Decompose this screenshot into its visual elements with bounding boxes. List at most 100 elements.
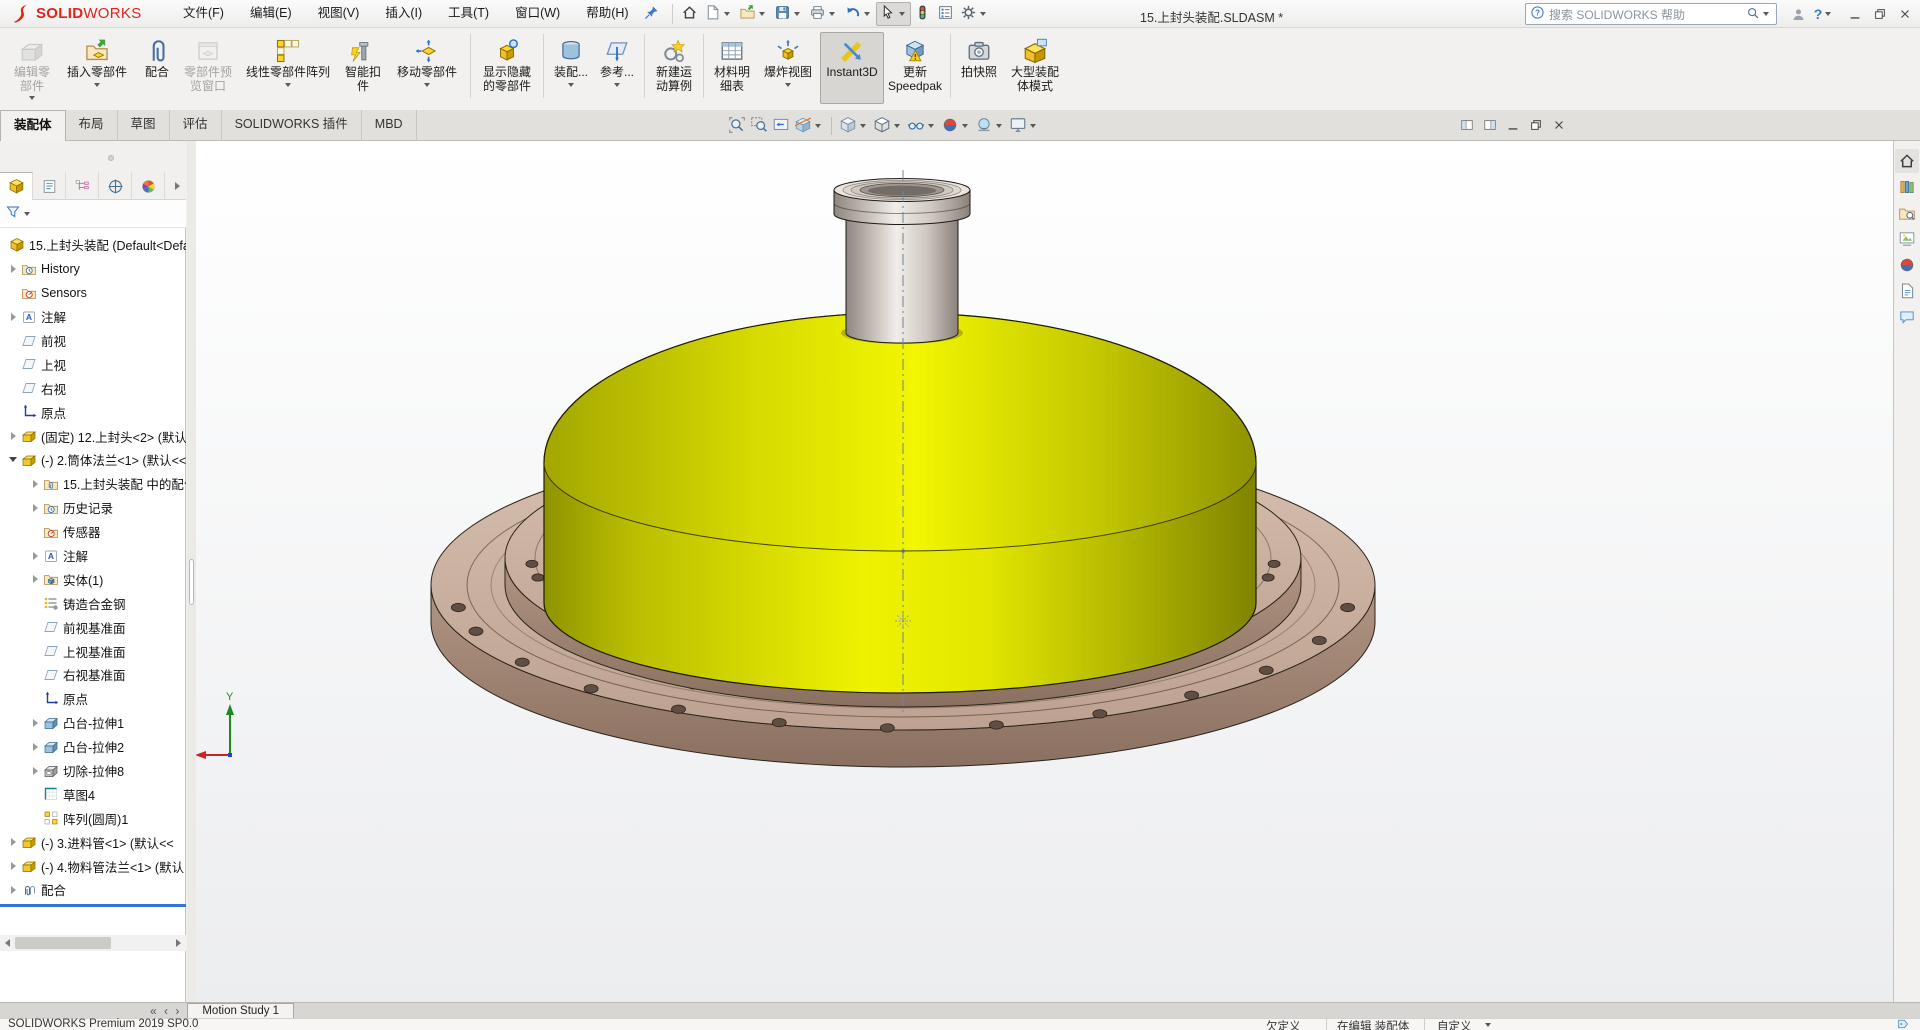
- doc-pane-right-button[interactable]: [1478, 114, 1501, 136]
- headsup-zoom-fit-button[interactable]: [726, 114, 748, 138]
- ribbon-dropdown-caret[interactable]: [94, 82, 100, 87]
- tree-expander[interactable]: [28, 575, 42, 584]
- doc-pane-left-button[interactable]: [1455, 114, 1478, 136]
- tree-expander[interactable]: [6, 862, 20, 871]
- close-button[interactable]: [1893, 4, 1917, 24]
- taskpane-home-button[interactable]: [1895, 149, 1919, 173]
- taskpane-view-palette-button[interactable]: [1895, 227, 1919, 251]
- ribbon-button-insert-comp[interactable]: 插入零部件: [58, 32, 136, 104]
- save-button[interactable]: [771, 2, 806, 26]
- login-user-icon[interactable]: [1786, 4, 1810, 24]
- options-list-button[interactable]: [934, 2, 957, 26]
- doc-close-button[interactable]: [1547, 114, 1570, 136]
- undo-dropdown-caret[interactable]: [863, 11, 870, 16]
- tree-item[interactable]: A 注解: [0, 305, 186, 329]
- status-custom-dropdown[interactable]: 自定义: [1437, 1018, 1472, 1030]
- command-tab-3[interactable]: 评估: [170, 110, 222, 141]
- command-tab-5[interactable]: MBD: [362, 110, 417, 141]
- model-neck-flange[interactable]: [833, 178, 971, 345]
- ribbon-button-smart-fastener[interactable]: 智能扣件: [338, 32, 388, 104]
- command-tab-0[interactable]: 装配体: [0, 110, 66, 141]
- scroll-right-arrow[interactable]: [171, 935, 186, 951]
- tree-expander[interactable]: [6, 457, 20, 463]
- tree-expander[interactable]: [28, 766, 42, 775]
- ribbon-button-assembly-feat[interactable]: 装配...: [548, 32, 594, 104]
- menu-item-1[interactable]: 编辑(E): [237, 0, 305, 27]
- headsup-zoom-area-button[interactable]: [748, 114, 770, 138]
- command-tab-2[interactable]: 草图: [118, 110, 170, 141]
- menu-item-6[interactable]: 帮助(H): [573, 0, 641, 27]
- feature-manager-tab-display[interactable]: [132, 172, 165, 200]
- status-custom-caret[interactable]: [1485, 1023, 1491, 1027]
- print-dropdown-caret[interactable]: [828, 11, 835, 16]
- tree-item[interactable]: 上视基准面: [0, 639, 186, 663]
- tree-item[interactable]: 原点: [0, 400, 186, 424]
- headsup-display-style-button[interactable]: [871, 114, 905, 138]
- ribbon-button-show-hide[interactable]: 显示隐藏 的零部件: [475, 32, 539, 104]
- ribbon-button-motion-study[interactable]: 新建运 动算例: [649, 32, 699, 104]
- motion-study-tab[interactable]: Motion Study 1: [187, 1002, 295, 1019]
- ribbon-button-speedpak[interactable]: 更新 Speedpak: [884, 32, 946, 104]
- tree-item[interactable]: (固定) 12.上封头<2> (默认: [0, 424, 186, 448]
- menu-item-3[interactable]: 插入(I): [372, 0, 435, 27]
- print-button[interactable]: [806, 2, 841, 26]
- tree-expander[interactable]: [28, 551, 42, 560]
- select-dropdown-caret[interactable]: [898, 11, 905, 16]
- status-tag-icon[interactable]: [1896, 1018, 1910, 1030]
- scroll-left-arrow[interactable]: [0, 935, 15, 951]
- menu-item-2[interactable]: 视图(V): [305, 0, 373, 27]
- gear-button[interactable]: [957, 2, 992, 26]
- tree-item[interactable]: 前视基准面: [0, 615, 186, 639]
- tree-item[interactable]: 原点: [0, 687, 186, 711]
- tree-item[interactable]: 前视: [0, 329, 186, 353]
- tree-item[interactable]: 凸台-拉伸1: [0, 711, 186, 735]
- filter-funnel-icon[interactable]: [5, 204, 21, 223]
- ribbon-dropdown-caret[interactable]: [614, 82, 620, 87]
- feature-manager-tab-dimxpert[interactable]: [99, 172, 132, 200]
- motion-tab-nav-arrows[interactable]: « ‹ ›: [150, 1004, 181, 1018]
- tree-item[interactable]: 上视: [0, 352, 186, 376]
- view-settings-dropdown-caret[interactable]: [1030, 124, 1036, 128]
- tree-item[interactable]: Sensors: [0, 281, 186, 305]
- headsup-orient-button[interactable]: [837, 114, 871, 138]
- section-dropdown-caret[interactable]: [815, 124, 821, 128]
- ribbon-button-large-assy[interactable]: 大型装配 体模式: [1003, 32, 1067, 104]
- ribbon-button-explode[interactable]: 爆炸视图: [756, 32, 820, 104]
- search-dropdown-caret[interactable]: [1763, 12, 1769, 16]
- tree-item[interactable]: 阵列(圆周)1: [0, 806, 186, 830]
- tree-expander[interactable]: [28, 718, 42, 727]
- orient-dropdown-caret[interactable]: [860, 124, 866, 128]
- search-box[interactable]: ? 搜索 SOLIDWORKS 帮助: [1525, 3, 1777, 25]
- doc-minimize-button[interactable]: [1501, 114, 1524, 136]
- scrollbar-thumb[interactable]: [15, 937, 111, 949]
- taskpane-file-explorer-button[interactable]: [1895, 201, 1919, 225]
- tree-expander[interactable]: [6, 432, 20, 441]
- tree-expander[interactable]: [6, 312, 20, 321]
- tree-horizontal-scrollbar[interactable]: [0, 935, 186, 951]
- taskpane-custom-properties-button[interactable]: [1895, 279, 1919, 303]
- restore-button[interactable]: [1868, 4, 1892, 24]
- menu-item-5[interactable]: 窗口(W): [502, 0, 573, 27]
- 3d-model-view[interactable]: Y X: [184, 141, 1893, 1002]
- tree-expander[interactable]: [28, 479, 42, 488]
- tree-item[interactable]: 凸台-拉伸2: [0, 735, 186, 759]
- headsup-section-button[interactable]: [792, 114, 826, 138]
- tree-item[interactable]: 15.上封头装配 (Default<Defa: [0, 233, 186, 257]
- open-button[interactable]: [736, 2, 771, 26]
- save-dropdown-caret[interactable]: [793, 11, 800, 16]
- command-tab-1[interactable]: 布局: [66, 110, 118, 141]
- open-dropdown-caret[interactable]: [758, 11, 765, 16]
- home-button[interactable]: [678, 2, 701, 26]
- headsup-appearance-button[interactable]: [939, 114, 973, 138]
- menu-item-0[interactable]: 文件(F): [170, 0, 237, 27]
- appearance-dropdown-caret[interactable]: [962, 124, 968, 128]
- panel-expand-chevron[interactable]: [168, 172, 186, 199]
- headsup-hide-show-button[interactable]: [905, 114, 939, 138]
- pin-icon[interactable]: [644, 5, 659, 23]
- select-button[interactable]: [875, 1, 911, 26]
- filter-dropdown-caret[interactable]: [24, 211, 30, 216]
- help-button[interactable]: ?: [1812, 4, 1836, 24]
- feature-manager-tab-properties[interactable]: [33, 172, 66, 200]
- tree-item[interactable]: (-) 3.进料管<1> (默认<<: [0, 830, 186, 854]
- tree-item[interactable]: 切除-拉伸8: [0, 759, 186, 783]
